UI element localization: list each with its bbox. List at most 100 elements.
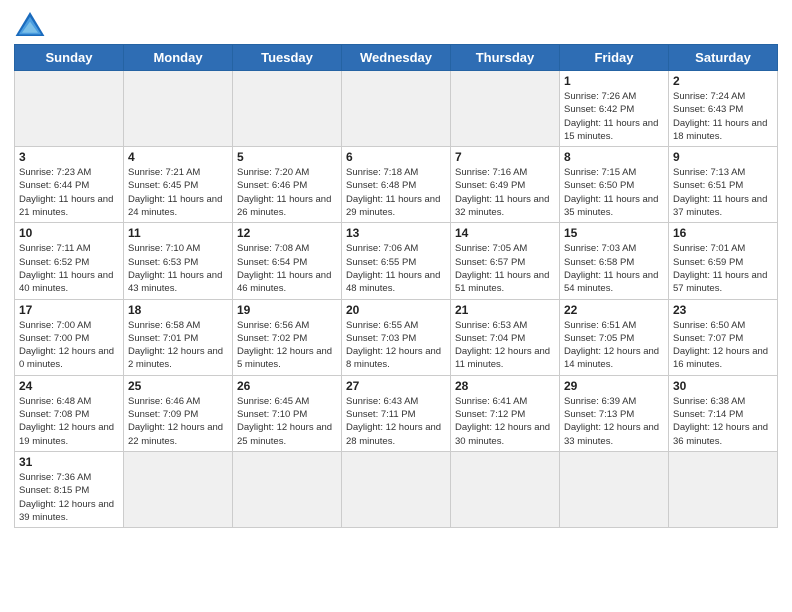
calendar-cell: 31 Sunrise: 7:36 AM Sunset: 8:15 PM Dayli… bbox=[15, 451, 124, 527]
day-number: 16 bbox=[673, 226, 773, 240]
day-number: 27 bbox=[346, 379, 446, 393]
day-info: Sunrise: 7:15 AM Sunset: 6:50 PM Dayligh… bbox=[564, 166, 664, 219]
calendar-header-row: SundayMondayTuesdayWednesdayThursdayFrid… bbox=[15, 45, 778, 71]
day-number: 22 bbox=[564, 303, 664, 317]
calendar-week-row: 1 Sunrise: 7:26 AM Sunset: 6:42 PM Daylig… bbox=[15, 71, 778, 147]
day-info: Sunrise: 7:10 AM Sunset: 6:53 PM Dayligh… bbox=[128, 242, 228, 295]
day-info: Sunrise: 7:01 AM Sunset: 6:59 PM Dayligh… bbox=[673, 242, 773, 295]
calendar-cell bbox=[669, 451, 778, 527]
day-info: Sunrise: 6:56 AM Sunset: 7:02 PM Dayligh… bbox=[237, 319, 337, 372]
calendar-cell: 15Sunrise: 7:03 AM Sunset: 6:58 PM Dayli… bbox=[560, 223, 669, 299]
day-info: Sunrise: 7:20 AM Sunset: 6:46 PM Dayligh… bbox=[237, 166, 337, 219]
day-number: 12 bbox=[237, 226, 337, 240]
day-number: 10 bbox=[19, 226, 119, 240]
day-number: 29 bbox=[564, 379, 664, 393]
day-info: Sunrise: 7:00 AM Sunset: 7:00 PM Dayligh… bbox=[19, 319, 119, 372]
day-info: Sunrise: 6:45 AM Sunset: 7:10 PM Dayligh… bbox=[237, 395, 337, 448]
calendar-cell: 11 Sunrise: 7:10 AM Sunset: 6:53 PM Dayli… bbox=[124, 223, 233, 299]
calendar-cell: 21Sunrise: 6:53 AM Sunset: 7:04 PM Dayli… bbox=[451, 299, 560, 375]
day-number: 31 bbox=[19, 455, 119, 469]
day-info: Sunrise: 7:08 AM Sunset: 6:54 PM Dayligh… bbox=[237, 242, 337, 295]
calendar-cell: 19 Sunrise: 6:56 AM Sunset: 7:02 PM Dayli… bbox=[233, 299, 342, 375]
day-number: 19 bbox=[237, 303, 337, 317]
day-number: 7 bbox=[455, 150, 555, 164]
day-number: 8 bbox=[564, 150, 664, 164]
calendar-cell: 22 Sunrise: 6:51 AM Sunset: 7:05 PM Dayli… bbox=[560, 299, 669, 375]
day-info: Sunrise: 6:43 AM Sunset: 7:11 PM Dayligh… bbox=[346, 395, 446, 448]
calendar-cell: 1 Sunrise: 7:26 AM Sunset: 6:42 PM Daylig… bbox=[560, 71, 669, 147]
calendar-week-row: 31 Sunrise: 7:36 AM Sunset: 8:15 PM Dayli… bbox=[15, 451, 778, 527]
calendar-cell: 10 Sunrise: 7:11 AM Sunset: 6:52 PM Dayli… bbox=[15, 223, 124, 299]
calendar-cell bbox=[560, 451, 669, 527]
day-number: 3 bbox=[19, 150, 119, 164]
calendar-week-row: 17 Sunrise: 7:00 AM Sunset: 7:00 PM Dayli… bbox=[15, 299, 778, 375]
header bbox=[14, 10, 778, 38]
calendar-cell: 29 Sunrise: 6:39 AM Sunset: 7:13 PM Dayli… bbox=[560, 375, 669, 451]
day-info: Sunrise: 6:48 AM Sunset: 7:08 PM Dayligh… bbox=[19, 395, 119, 448]
logo bbox=[14, 10, 50, 38]
day-info: Sunrise: 7:11 AM Sunset: 6:52 PM Dayligh… bbox=[19, 242, 119, 295]
calendar-cell: 28 Sunrise: 6:41 AM Sunset: 7:12 PM Dayli… bbox=[451, 375, 560, 451]
day-info: Sunrise: 6:53 AM Sunset: 7:04 PM Dayligh… bbox=[455, 319, 555, 372]
day-number: 15 bbox=[564, 226, 664, 240]
calendar-cell bbox=[233, 451, 342, 527]
day-number: 9 bbox=[673, 150, 773, 164]
calendar-cell bbox=[15, 71, 124, 147]
day-number: 17 bbox=[19, 303, 119, 317]
calendar-cell bbox=[124, 451, 233, 527]
calendar-cell: 26Sunrise: 6:45 AM Sunset: 7:10 PM Dayli… bbox=[233, 375, 342, 451]
calendar-table: SundayMondayTuesdayWednesdayThursdayFrid… bbox=[14, 44, 778, 528]
calendar-cell: 12 Sunrise: 7:08 AM Sunset: 6:54 PM Dayli… bbox=[233, 223, 342, 299]
calendar-cell: 14 Sunrise: 7:05 AM Sunset: 6:57 PM Dayli… bbox=[451, 223, 560, 299]
weekday-header-wednesday: Wednesday bbox=[342, 45, 451, 71]
calendar-cell: 7Sunrise: 7:16 AM Sunset: 6:49 PM Daylig… bbox=[451, 147, 560, 223]
weekday-header-monday: Monday bbox=[124, 45, 233, 71]
calendar-week-row: 3 Sunrise: 7:23 AM Sunset: 6:44 PM Daylig… bbox=[15, 147, 778, 223]
calendar-cell: 8 Sunrise: 7:15 AM Sunset: 6:50 PM Daylig… bbox=[560, 147, 669, 223]
day-info: Sunrise: 6:41 AM Sunset: 7:12 PM Dayligh… bbox=[455, 395, 555, 448]
calendar-cell bbox=[233, 71, 342, 147]
day-info: Sunrise: 7:23 AM Sunset: 6:44 PM Dayligh… bbox=[19, 166, 119, 219]
calendar-cell: 18Sunrise: 6:58 AM Sunset: 7:01 PM Dayli… bbox=[124, 299, 233, 375]
day-number: 24 bbox=[19, 379, 119, 393]
calendar-cell: 17 Sunrise: 7:00 AM Sunset: 7:00 PM Dayli… bbox=[15, 299, 124, 375]
day-info: Sunrise: 6:55 AM Sunset: 7:03 PM Dayligh… bbox=[346, 319, 446, 372]
calendar-cell: 4 Sunrise: 7:21 AM Sunset: 6:45 PM Daylig… bbox=[124, 147, 233, 223]
day-number: 14 bbox=[455, 226, 555, 240]
calendar-cell: 27 Sunrise: 6:43 AM Sunset: 7:11 PM Dayli… bbox=[342, 375, 451, 451]
day-info: Sunrise: 7:36 AM Sunset: 8:15 PM Dayligh… bbox=[19, 471, 119, 524]
day-info: Sunrise: 6:39 AM Sunset: 7:13 PM Dayligh… bbox=[564, 395, 664, 448]
day-number: 20 bbox=[346, 303, 446, 317]
day-info: Sunrise: 7:26 AM Sunset: 6:42 PM Dayligh… bbox=[564, 90, 664, 143]
day-number: 1 bbox=[564, 74, 664, 88]
day-number: 2 bbox=[673, 74, 773, 88]
day-info: Sunrise: 7:18 AM Sunset: 6:48 PM Dayligh… bbox=[346, 166, 446, 219]
day-info: Sunrise: 7:06 AM Sunset: 6:55 PM Dayligh… bbox=[346, 242, 446, 295]
day-number: 13 bbox=[346, 226, 446, 240]
day-info: Sunrise: 6:51 AM Sunset: 7:05 PM Dayligh… bbox=[564, 319, 664, 372]
day-number: 4 bbox=[128, 150, 228, 164]
weekday-header-friday: Friday bbox=[560, 45, 669, 71]
day-number: 28 bbox=[455, 379, 555, 393]
weekday-header-thursday: Thursday bbox=[451, 45, 560, 71]
calendar-week-row: 10 Sunrise: 7:11 AM Sunset: 6:52 PM Dayli… bbox=[15, 223, 778, 299]
logo-icon bbox=[14, 10, 46, 38]
calendar-cell: 24 Sunrise: 6:48 AM Sunset: 7:08 PM Dayli… bbox=[15, 375, 124, 451]
calendar-cell: 9Sunrise: 7:13 AM Sunset: 6:51 PM Daylig… bbox=[669, 147, 778, 223]
calendar-week-row: 24 Sunrise: 6:48 AM Sunset: 7:08 PM Dayli… bbox=[15, 375, 778, 451]
day-info: Sunrise: 7:05 AM Sunset: 6:57 PM Dayligh… bbox=[455, 242, 555, 295]
day-info: Sunrise: 7:24 AM Sunset: 6:43 PM Dayligh… bbox=[673, 90, 773, 143]
calendar-cell bbox=[342, 71, 451, 147]
day-info: Sunrise: 6:50 AM Sunset: 7:07 PM Dayligh… bbox=[673, 319, 773, 372]
day-number: 11 bbox=[128, 226, 228, 240]
day-number: 25 bbox=[128, 379, 228, 393]
calendar-cell: 5 Sunrise: 7:20 AM Sunset: 6:46 PM Daylig… bbox=[233, 147, 342, 223]
weekday-header-sunday: Sunday bbox=[15, 45, 124, 71]
day-number: 6 bbox=[346, 150, 446, 164]
day-info: Sunrise: 7:21 AM Sunset: 6:45 PM Dayligh… bbox=[128, 166, 228, 219]
calendar-cell: 6 Sunrise: 7:18 AM Sunset: 6:48 PM Daylig… bbox=[342, 147, 451, 223]
calendar-cell bbox=[451, 71, 560, 147]
day-number: 5 bbox=[237, 150, 337, 164]
calendar-cell: 25Sunrise: 6:46 AM Sunset: 7:09 PM Dayli… bbox=[124, 375, 233, 451]
calendar-cell bbox=[124, 71, 233, 147]
